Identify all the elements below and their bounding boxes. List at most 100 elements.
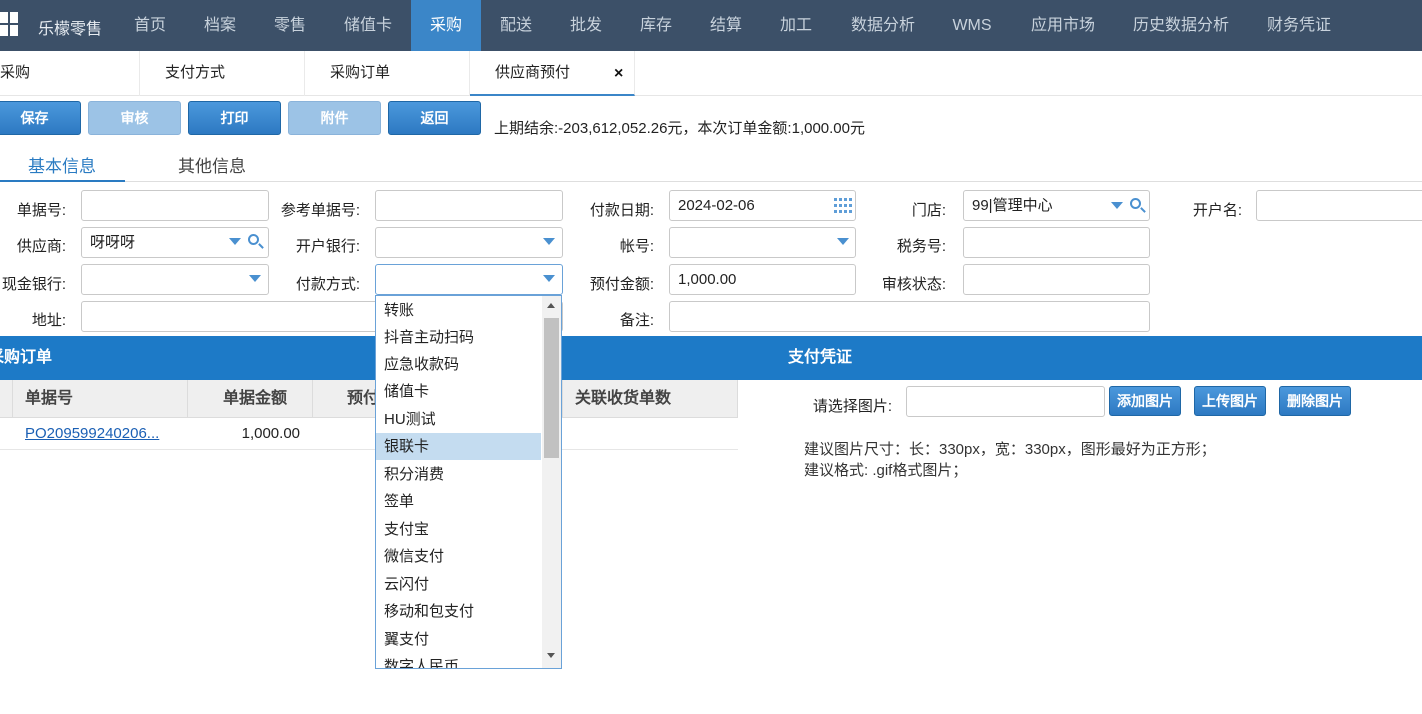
column-doc-no[interactable]: 单据号: [13, 380, 188, 418]
cash-bank-label: 现金银行:: [1, 276, 66, 293]
orders-section-title: 采购订单: [0, 349, 53, 366]
voucher-section-title: 支付凭证: [788, 349, 853, 366]
pay-date-field[interactable]: 2024-02-06: [669, 190, 856, 221]
search-icon[interactable]: [1130, 198, 1141, 209]
tab-other-info[interactable]: 其他信息: [178, 152, 246, 177]
tax-no-field[interactable]: [963, 227, 1150, 258]
bank-select[interactable]: [375, 227, 563, 258]
scrollbar-thumb[interactable]: [544, 318, 559, 458]
scroll-down-icon[interactable]: [547, 653, 555, 658]
back-button[interactable]: 返回: [388, 101, 481, 135]
pay-method-dropdown[interactable]: 转账 抖音主动扫码 应急收款码 储值卡 HU测试 银联卡 积分消费 签单 支付宝…: [375, 295, 562, 669]
nav-item-inventory[interactable]: 库存: [626, 0, 686, 51]
dropdown-scrollbar[interactable]: [542, 296, 561, 668]
pay-date-value: 2024-02-06: [678, 197, 755, 214]
dropdown-option[interactable]: 移动和包支付: [376, 598, 541, 625]
column-linked-receipts[interactable]: 关联收货单数: [563, 380, 738, 418]
nav-item-settlement[interactable]: 结算: [696, 0, 756, 51]
nav-item-app-market[interactable]: 应用市场: [1022, 0, 1104, 51]
remark-field[interactable]: [669, 301, 1150, 332]
search-icon[interactable]: [248, 234, 259, 245]
nav-item-home[interactable]: 首页: [120, 0, 180, 51]
chevron-down-icon[interactable]: [249, 275, 261, 282]
dropdown-option[interactable]: HU测试: [376, 406, 541, 433]
chevron-down-icon[interactable]: [1111, 202, 1123, 209]
add-image-button[interactable]: 添加图片: [1109, 386, 1181, 416]
dropdown-option[interactable]: 翼支付: [376, 626, 541, 653]
tab-purchase-order[interactable]: 采购订单: [305, 51, 470, 96]
dropdown-option[interactable]: 抖音主动扫码: [376, 324, 541, 351]
upload-image-button[interactable]: 上传图片: [1194, 386, 1266, 416]
nav-item-processing[interactable]: 加工: [766, 0, 826, 51]
top-nav: 乐檬零售 首页 档案 零售 储值卡 采购 配送 批发 库存 结算 加工 数据分析…: [0, 0, 1422, 51]
column-amount[interactable]: 单据金额: [188, 380, 313, 418]
account-no-select[interactable]: [669, 227, 856, 258]
tab-purchase[interactable]: 采购: [0, 51, 140, 96]
remark-label: 备注:: [619, 312, 654, 329]
calendar-icon[interactable]: [834, 198, 852, 214]
audit-status-label: 审核状态:: [881, 276, 946, 293]
active-tab-indicator: [0, 180, 125, 182]
dropdown-option[interactable]: 储值卡: [376, 378, 541, 405]
dropdown-option[interactable]: 应急收款码: [376, 351, 541, 378]
delete-image-button[interactable]: 删除图片: [1279, 386, 1351, 416]
table-row[interactable]: PO209599240206... 1,000.00: [0, 418, 738, 450]
prepay-amount-label: 预付金额:: [589, 276, 654, 293]
nav-item-history-analysis[interactable]: 历史数据分析: [1124, 0, 1238, 51]
dropdown-option[interactable]: 微信支付: [376, 543, 541, 570]
save-button[interactable]: 保存: [0, 101, 81, 135]
app-grid-icon[interactable]: [0, 12, 20, 38]
store-value: 99|管理中心: [972, 197, 1053, 214]
dropdown-option[interactable]: 支付宝: [376, 516, 541, 543]
prepay-amount-field[interactable]: 1,000.00: [669, 264, 856, 295]
audit-status-field[interactable]: [963, 264, 1150, 295]
pay-date-label: 付款日期:: [589, 202, 654, 219]
chevron-down-icon[interactable]: [543, 275, 555, 282]
supplier-value: 呀呀呀: [90, 234, 136, 251]
nav-item-distribution[interactable]: 配送: [486, 0, 546, 51]
attachment-button[interactable]: 附件: [288, 101, 381, 135]
bank-label: 开户银行:: [295, 238, 360, 255]
nav-item-wholesale[interactable]: 批发: [556, 0, 616, 51]
address-label: 地址:: [31, 312, 66, 329]
voucher-section-header: 支付凭证: [776, 336, 1422, 380]
pay-method-label: 付款方式:: [295, 276, 360, 293]
scroll-up-icon[interactable]: [547, 303, 555, 308]
audit-button[interactable]: 审核: [88, 101, 181, 135]
tab-payment-method[interactable]: 支付方式: [140, 51, 305, 96]
chevron-down-icon[interactable]: [229, 238, 241, 245]
balance-summary: 上期结余:-203,612,052.26元，本次订单金额:1,000.00元: [494, 120, 865, 137]
dropdown-option[interactable]: 转账: [376, 297, 541, 324]
doc-no-field[interactable]: [81, 190, 269, 221]
cash-bank-select[interactable]: [81, 264, 269, 295]
nav-item-purchase[interactable]: 采购: [411, 0, 481, 51]
nav-item-wms[interactable]: WMS: [944, 0, 1000, 51]
tab-supplier-prepay[interactable]: 供应商预付: [470, 51, 635, 96]
dropdown-option[interactable]: 数字人民币: [376, 653, 541, 668]
print-button[interactable]: 打印: [188, 101, 281, 135]
dropdown-option[interactable]: 签单: [376, 488, 541, 515]
tab-divider: [125, 181, 1422, 182]
dropdown-option-highlighted[interactable]: 银联卡: [376, 433, 541, 460]
table-header: 单据号 单据金额 预付 关联收货单数: [0, 380, 738, 418]
close-icon[interactable]: ×: [614, 65, 623, 83]
ref-no-field[interactable]: [375, 190, 563, 221]
tax-no-label: 税务号:: [896, 238, 946, 255]
nav-item-finance-voucher[interactable]: 财务凭证: [1258, 0, 1340, 51]
dropdown-option[interactable]: 积分消费: [376, 461, 541, 488]
dropdown-option[interactable]: 云闪付: [376, 571, 541, 598]
store-label: 门店:: [911, 202, 946, 219]
chevron-down-icon[interactable]: [543, 238, 555, 245]
select-image-label: 请选择图片:: [812, 398, 892, 415]
order-link[interactable]: PO209599240206...: [25, 418, 185, 450]
nav-item-stored-value-card[interactable]: 储值卡: [330, 0, 406, 51]
nav-item-data-analysis[interactable]: 数据分析: [842, 0, 924, 51]
chevron-down-icon[interactable]: [837, 238, 849, 245]
nav-item-archive[interactable]: 档案: [190, 0, 250, 51]
pay-method-select[interactable]: [375, 264, 563, 295]
account-name-field[interactable]: [1256, 190, 1422, 221]
tab-basic-info[interactable]: 基本信息: [28, 152, 96, 177]
image-file-field[interactable]: [906, 386, 1105, 417]
nav-item-retail[interactable]: 零售: [260, 0, 320, 51]
supplier-label: 供应商:: [16, 238, 66, 255]
